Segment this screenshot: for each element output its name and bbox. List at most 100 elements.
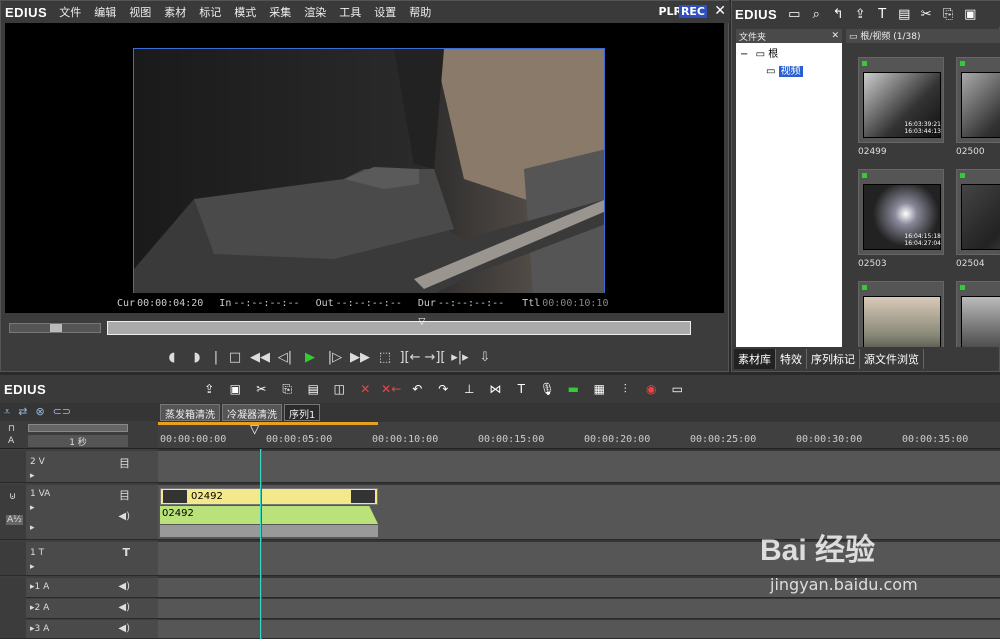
menu-view[interactable]: 视图 <box>129 4 151 20</box>
audio-clip[interactable]: 02492 <box>160 506 378 524</box>
ripple-delete-icon[interactable]: ✕← <box>378 379 404 399</box>
export-icon[interactable]: ⇩ <box>474 346 496 368</box>
paste-icon[interactable]: ▣ <box>959 4 981 24</box>
prev-frame-icon[interactable]: ◁| <box>274 346 296 368</box>
menu-tools[interactable]: 工具 <box>339 4 361 20</box>
track-header-2v[interactable]: 2 V 目 ▸ <box>26 451 158 483</box>
open-project-icon[interactable]: ⇪ <box>196 379 222 399</box>
speaker-icon[interactable]: ◀) <box>118 581 130 592</box>
menu-capture[interactable]: 采集 <box>269 4 291 20</box>
color-bar-icon[interactable]: ▤ <box>893 4 915 24</box>
redo-icon[interactable]: ↷ <box>430 379 456 399</box>
menu-help[interactable]: 帮助 <box>409 4 431 20</box>
menu-render[interactable]: 渲染 <box>304 4 326 20</box>
zoom-select[interactable]: 1 秒 <box>28 435 128 448</box>
video-icon[interactable]: 目 <box>119 487 130 503</box>
delete-icon[interactable]: ✕ <box>352 379 378 399</box>
cut-icon[interactable]: ✂ <box>248 379 274 399</box>
shuttle-slider[interactable] <box>9 323 101 333</box>
undo-icon[interactable]: ↶ <box>404 379 430 399</box>
title-icon[interactable]: T <box>871 4 893 24</box>
search-icon[interactable]: ⌕ <box>805 4 827 24</box>
track-header-2a[interactable]: ▸2 A ◀) <box>26 599 158 619</box>
track-header-1va[interactable]: 1 VA 目 ◀) ▸ ▸ <box>26 485 158 540</box>
shuttle-handle[interactable] <box>50 324 62 332</box>
microphone-icon[interactable]: 🎙 <box>534 379 560 399</box>
tab-source-browser[interactable]: 源文件浏览 <box>860 349 924 369</box>
video-icon[interactable]: 目 <box>119 455 130 471</box>
menu-edit[interactable]: 编辑 <box>94 4 116 20</box>
color-icon[interactable]: ◉ <box>638 379 664 399</box>
transition-icon[interactable]: ⋈ <box>482 379 508 399</box>
mixer-icon[interactable]: ⫶ <box>612 379 638 399</box>
clip-thumbnail[interactable]: 16:03:39:21 16:03:44:13 02499 <box>858 57 946 165</box>
group-icon[interactable]: ⊂⊃ <box>53 405 71 419</box>
menu-settings[interactable]: 设置 <box>374 4 396 20</box>
menu-marker[interactable]: 标记 <box>199 4 221 20</box>
set-out-icon[interactable]: ◗ <box>186 346 208 368</box>
clip-thumbnail[interactable] <box>956 281 1000 347</box>
clip-thumbnail[interactable] <box>858 281 946 347</box>
folder-root[interactable]: − ▭ 根 <box>736 43 842 62</box>
tab-sequence[interactable]: 序列1 <box>284 404 321 421</box>
snap-icon[interactable]: ⩡ <box>4 405 10 419</box>
clip-thumbnail[interactable]: 02500 <box>956 57 1000 165</box>
clip-thumbnail[interactable]: 02504 <box>956 169 1000 277</box>
expand-icon[interactable]: ▸ <box>30 523 35 533</box>
next-frame-icon[interactable]: |▷ <box>324 346 346 368</box>
speaker-icon[interactable]: ◀) <box>118 602 130 613</box>
copy-icon[interactable]: ⎘ <box>274 379 300 399</box>
insert-icon[interactable]: ][← <box>399 346 421 368</box>
render-icon[interactable]: ▬ <box>560 379 586 399</box>
track-lane-2v[interactable] <box>158 451 1000 483</box>
tab-sequence[interactable]: 蒸发箱清洗 <box>160 404 220 421</box>
menu-mode[interactable]: 模式 <box>234 4 256 20</box>
position-handle[interactable]: ▽ <box>418 317 428 327</box>
tab-effects[interactable]: 特效 <box>776 349 807 369</box>
up-folder-icon[interactable]: ↰ <box>827 4 849 24</box>
playhead-marker[interactable]: ▽ <box>250 422 259 436</box>
rec-mode-button[interactable]: REC <box>678 5 707 18</box>
title-icon[interactable]: T <box>508 379 534 399</box>
speaker-icon[interactable]: ◀) <box>118 623 130 634</box>
play-icon[interactable]: ▶ <box>299 346 321 368</box>
collapse-icon[interactable]: − <box>740 49 748 60</box>
track-header-1t[interactable]: 1 T T ▸ <box>26 542 158 576</box>
copy-icon[interactable]: ⎘ <box>937 4 959 24</box>
add-cut-icon[interactable]: ⊥ <box>456 379 482 399</box>
folder-icon[interactable]: ▭ <box>783 4 805 24</box>
link-icon[interactable]: ⊍ <box>9 491 16 502</box>
set-in-icon[interactable]: ◖ <box>161 346 183 368</box>
tab-bin[interactable]: 素材库 <box>734 349 776 369</box>
expand-icon[interactable]: ▸ <box>30 503 35 513</box>
expand-icon[interactable]: ▸ <box>30 471 35 481</box>
lock-icon[interactable]: ⊓ <box>8 424 15 434</box>
clip-thumbnail[interactable]: 16:04:15:18 16:04:27:04 02503 <box>858 169 946 277</box>
cut-icon[interactable]: ✂ <box>915 4 937 24</box>
audio-icon[interactable]: A <box>8 436 14 446</box>
title-icon[interactable]: T <box>122 546 130 559</box>
tab-sequence[interactable]: 冷凝器清洗 <box>222 404 282 421</box>
add-clip-icon[interactable]: ⇪ <box>849 4 871 24</box>
track-header-1a[interactable]: ▸1 A ◀) <box>26 578 158 598</box>
grid-icon[interactable]: ▦ <box>586 379 612 399</box>
rewind-icon[interactable]: ◀◀ <box>249 346 271 368</box>
time-ruler[interactable]: 00:00:00:00 00:00:05:00 00:00:10:00 00:0… <box>158 422 1000 449</box>
position-bar[interactable]: ▽ <box>107 317 691 335</box>
zoom-slider[interactable] <box>28 424 128 432</box>
sync-icon[interactable]: ⇄ <box>18 405 27 419</box>
menu-file[interactable]: 文件 <box>59 4 81 20</box>
speaker-icon[interactable]: ◀) <box>118 511 130 522</box>
close-icon[interactable]: ✕ <box>714 3 726 19</box>
replace-icon[interactable]: ▸|▸ <box>449 346 471 368</box>
fast-forward-icon[interactable]: ▶▶ <box>349 346 371 368</box>
paste-icon[interactable]: ▤ <box>300 379 326 399</box>
layout-icon[interactable]: ▭ <box>664 379 690 399</box>
loop-icon[interactable]: ⬚ <box>374 346 396 368</box>
paste-mode-icon[interactable]: ◫ <box>326 379 352 399</box>
track-header-3a[interactable]: ▸3 A ◀) <box>26 620 158 639</box>
audio-patch-icon[interactable]: A½ <box>6 515 23 525</box>
link-icon[interactable]: ⊗ <box>35 405 44 419</box>
tab-sequence-markers[interactable]: 序列标记 <box>807 349 860 369</box>
stop-icon[interactable]: □ <box>224 346 246 368</box>
